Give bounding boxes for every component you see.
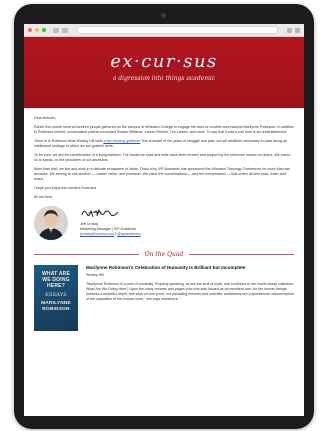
letter-paragraph: I hope you enjoy this month's Excursus.: [34, 186, 98, 190]
letter-paragraph: To be sure, we are the beneficiaries of …: [34, 153, 291, 162]
feature-title-link[interactable]: Marilynne Robinson's Celebration of Huma…: [86, 265, 294, 271]
email-screen: ex·cur·sus a digression into things acad…: [24, 24, 304, 416]
letter-body: Dear Autumn, Earlier this month several …: [24, 108, 304, 331]
handwritten-signature: [81, 208, 119, 218]
camera-icon: [161, 13, 166, 18]
tabs-icon[interactable]: [295, 27, 300, 33]
newsletter-brand: ex·cur·sus: [110, 51, 218, 72]
feature-byline: Wesley Hill: [86, 272, 104, 277]
section-heading: On the Quad: [34, 251, 294, 258]
paragraph-text: There is in Robinson what Wesley Hill ca…: [34, 139, 103, 143]
section-title: On the Quad: [144, 251, 184, 258]
divider: [189, 254, 294, 255]
book-cover-subtitle: ESSAYS: [45, 292, 67, 298]
share-icon[interactable]: [287, 27, 292, 33]
letter-greeting: Dear Autumn,: [34, 116, 56, 120]
newsletter-tagline: a digression into things academic: [112, 75, 216, 82]
address-bar[interactable]: [77, 26, 278, 34]
signer-contact: jcrosby@ivpress.com | @ivpacademic: [80, 232, 141, 236]
book-cover-title: WHAT ARE WE DOING HERE?: [42, 271, 70, 289]
gratitude-link[interactable]: a fan-dancing gratitude: [103, 139, 140, 143]
signer-email-link[interactable]: jcrosby@ivpress.com: [80, 232, 114, 236]
browser-toolbar: [24, 24, 304, 37]
close-window-icon[interactable]: [28, 28, 32, 32]
signer-info: Jeff Crosby Marketing Manager | IVP Acad…: [80, 206, 141, 237]
feature-article[interactable]: WHAT ARE WE DOING HERE? ESSAYS MARILYNNE…: [34, 265, 294, 331]
back-button[interactable]: [53, 27, 59, 33]
minimize-window-icon[interactable]: [35, 28, 39, 32]
divider: [34, 254, 139, 255]
feature-text: Marilynne Robinson's Celebration of Huma…: [86, 265, 294, 331]
book-cover-image[interactable]: WHAT ARE WE DOING HERE? ESSAYS MARILYNNE…: [34, 265, 78, 331]
avatar: [34, 206, 68, 240]
letter-paragraph: There is in Robinson what Wesley Hill ca…: [34, 139, 294, 149]
letter-paragraph: More than that, we live and work in a de…: [34, 167, 291, 181]
signer-handle-link[interactable]: @ivpacademic: [117, 232, 141, 236]
newsletter-banner: ex·cur·sus a digression into things acad…: [24, 37, 304, 108]
letter-paragraph: Earlier this month several hundred peopl…: [34, 125, 294, 134]
forward-button[interactable]: [62, 27, 68, 33]
signature-block: Jeff Crosby Marketing Manager | IVP Acad…: [34, 206, 294, 240]
letter-signoff: All the best,: [34, 195, 53, 199]
book-cover-author: MARILYNNE ROBINSON: [41, 301, 71, 312]
feature-excerpt: "Marilynne Robinson is a poet of humanit…: [86, 281, 294, 301]
maximize-window-icon[interactable]: [42, 28, 46, 32]
tablet-frame: ex·cur·sus a digression into things acad…: [14, 4, 314, 429]
